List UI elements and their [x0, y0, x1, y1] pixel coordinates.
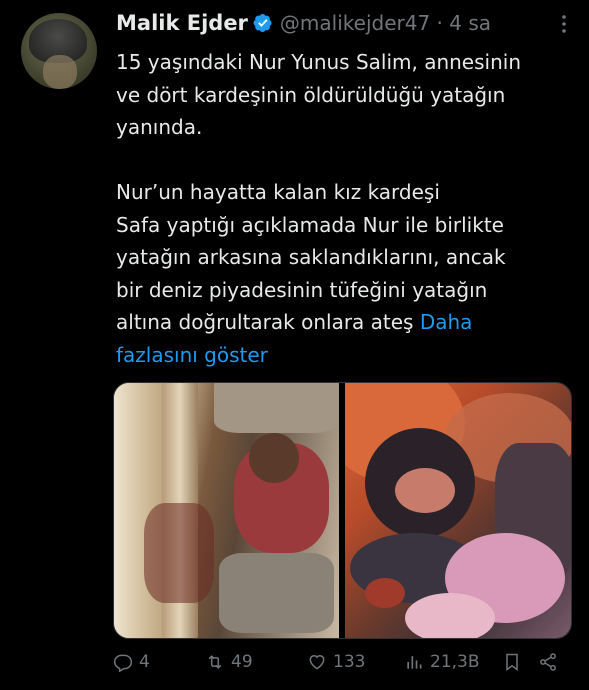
author-name[interactable]: Malik Ejder: [116, 11, 248, 35]
tweet-media: [113, 382, 572, 639]
photo-2-shape: [365, 578, 405, 608]
retweet-icon: [208, 655, 222, 669]
verified-badge-icon: [253, 13, 273, 33]
tweet-photo-2[interactable]: [345, 383, 571, 638]
tweet-text: 15 yaşındaki Nur Yunus Salim, annesinin …: [116, 46, 578, 371]
avatar-face: [43, 55, 77, 89]
retweet-count: 49: [231, 652, 253, 672]
photo-2-shape: [405, 593, 495, 638]
views-button[interactable]: 21,3B: [404, 652, 480, 672]
bookmark-button[interactable]: [502, 652, 522, 672]
reply-button[interactable]: 4: [113, 652, 150, 672]
tweet-body: 15 yaşındaki Nur Yunus Salim, annesinin …: [116, 50, 521, 334]
photo-1-shape: [249, 433, 299, 483]
views-count: 21,3B: [430, 652, 480, 672]
author-avatar[interactable]: [21, 13, 97, 89]
photo-1-shape: [214, 383, 339, 433]
share-icon: [540, 653, 556, 671]
like-count: 133: [333, 652, 366, 672]
retweet-button[interactable]: 49: [205, 652, 253, 672]
share-button[interactable]: [538, 652, 558, 672]
photo-2-shape: [395, 468, 455, 513]
tweet-actions: 4 49 133 21,3B: [0, 652, 589, 680]
author-handle-time[interactable]: @malikejder47 · 4 sa: [280, 11, 491, 35]
views-icon: [407, 656, 422, 669]
heart-icon: [309, 655, 325, 670]
tweet-header: Malik Ejder @malikejder47 · 4 sa: [116, 8, 491, 38]
reply-icon: [113, 654, 133, 672]
photo-1-shape: [219, 553, 334, 633]
more-options-icon[interactable]: [552, 12, 576, 36]
like-button[interactable]: 133: [307, 652, 365, 672]
photo-1-shape: [144, 503, 214, 603]
bookmark-icon: [506, 653, 518, 671]
reply-count: 4: [139, 652, 150, 672]
tweet-photo-1[interactable]: [114, 383, 339, 638]
